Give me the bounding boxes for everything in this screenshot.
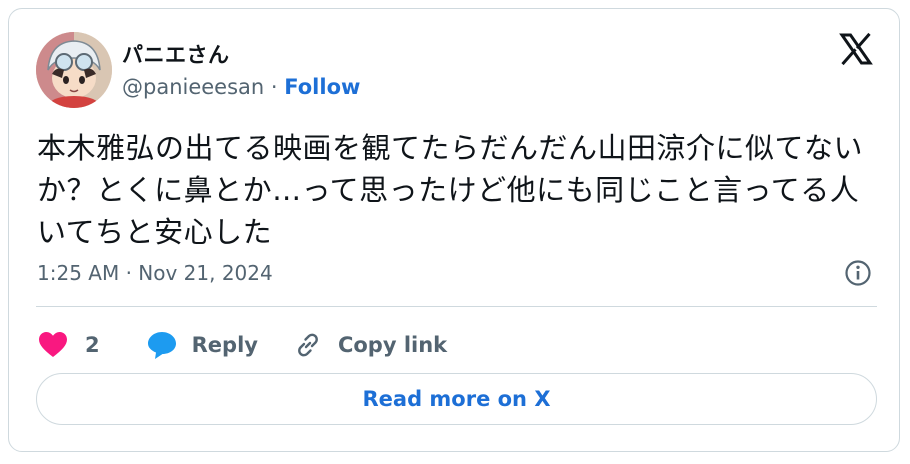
action-bar: 2 Reply Copy link	[37, 325, 477, 365]
heart-icon	[37, 329, 69, 361]
display-name[interactable]: パニエさん	[122, 39, 230, 69]
reply-button[interactable]: Reply	[146, 329, 258, 361]
like-button[interactable]: 2	[37, 329, 100, 361]
copy-link-button[interactable]: Copy link	[292, 329, 447, 361]
handle-row: @panieeesan · Follow	[122, 75, 360, 99]
chain-link-icon	[292, 329, 324, 361]
read-more-button[interactable]: Read more on X	[36, 373, 877, 425]
divider	[36, 306, 877, 307]
info-icon[interactable]	[844, 259, 872, 287]
like-count: 2	[85, 333, 100, 357]
user-handle[interactable]: @panieeesan	[122, 75, 264, 99]
avatar[interactable]	[36, 32, 112, 108]
x-logo-icon[interactable]	[839, 32, 873, 66]
avatar-image	[36, 32, 112, 108]
reply-label: Reply	[191, 333, 258, 357]
tweet-text: 本木雅弘の出てる映画を観てたらだんだん山田涼介に似てないか？とくに鼻とか…って思…	[37, 131, 864, 249]
follow-button[interactable]: Follow	[284, 75, 360, 99]
speech-bubble-icon	[146, 329, 178, 361]
copy-link-label: Copy link	[337, 333, 448, 357]
handle-separator: ·	[264, 75, 285, 99]
tweet-timestamp[interactable]: 1:25 AM · Nov 21, 2024	[37, 261, 273, 285]
tweet-card: パニエさん @panieeesan · Follow 本木雅弘の出てる映画を観て…	[8, 8, 900, 452]
